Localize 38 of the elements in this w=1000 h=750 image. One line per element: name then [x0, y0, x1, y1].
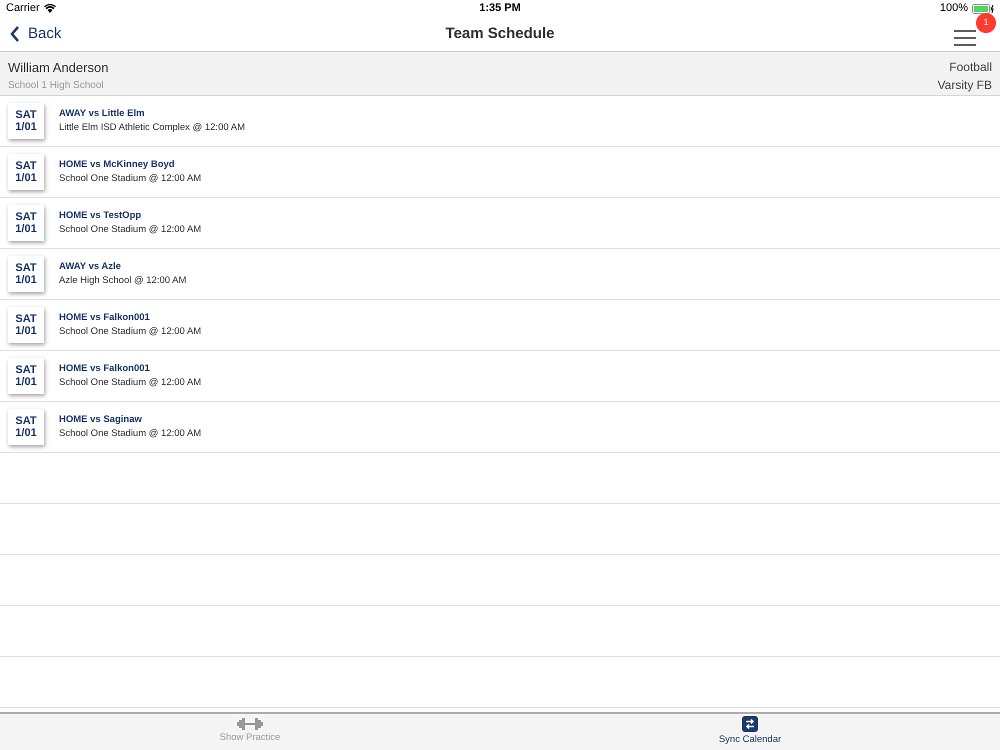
- game-location: School One Stadium @ 12:00 AM: [59, 325, 202, 339]
- date-card: SAT 1/01: [8, 103, 44, 139]
- back-button[interactable]: Back: [10, 22, 62, 46]
- sport-name: Football: [949, 59, 992, 76]
- game-title: HOME vs Falkon001: [59, 310, 151, 325]
- menu-button[interactable]: [954, 29, 976, 47]
- wifi-icon: [44, 4, 56, 13]
- school-name: School 1 High School: [8, 78, 105, 92]
- date-card: SAT 1/01: [8, 409, 44, 445]
- date-card: SAT 1/01: [8, 205, 44, 241]
- game-location: Azle High School @ 12:00 AM: [59, 274, 186, 288]
- game-location: Little Elm ISD Athletic Complex @ 12:00 AM: [59, 121, 245, 135]
- screen-title: Team Schedule: [446, 24, 554, 44]
- tab-item[interactable]: Sync Calendar: [500, 714, 1000, 750]
- date-card: SAT 1/01: [8, 358, 44, 394]
- player-name: William Anderson: [8, 59, 108, 77]
- game-title: AWAY vs Little Elm: [59, 106, 146, 121]
- team-name: Varsity FB: [938, 77, 992, 94]
- game-title: AWAY vs Azle: [59, 260, 122, 274]
- dumbbell-icon: [237, 718, 263, 730]
- game-title: HOME vs Saginaw: [59, 412, 143, 427]
- clock: 1:35 PM: [479, 1, 521, 16]
- game-location: School One Stadium @ 12:00 AM: [59, 223, 202, 237]
- carrier-label: Carrier: [6, 1, 40, 16]
- game-location: School One Stadium @ 12:00 AM: [59, 427, 202, 441]
- sync-icon: [742, 716, 758, 732]
- date-card: SAT 1/01: [8, 256, 44, 292]
- date-card: SAT 1/01: [8, 307, 44, 343]
- game-title: HOME vs McKinney Boyd: [59, 158, 176, 172]
- game-location: School One Stadium @ 12:00 AM: [59, 172, 202, 186]
- battery-percent: 100%: [940, 1, 968, 16]
- game-title: HOME vs Falkon001: [59, 362, 151, 376]
- battery-icon: [972, 4, 994, 14]
- game-location: School One Stadium @ 12:00 AM: [59, 376, 202, 390]
- date-card: SAT 1/01: [8, 154, 44, 190]
- notification-badge: 1: [976, 13, 996, 33]
- chevron-left-icon: [10, 26, 20, 42]
- game-title: HOME vs TestOpp: [59, 208, 142, 223]
